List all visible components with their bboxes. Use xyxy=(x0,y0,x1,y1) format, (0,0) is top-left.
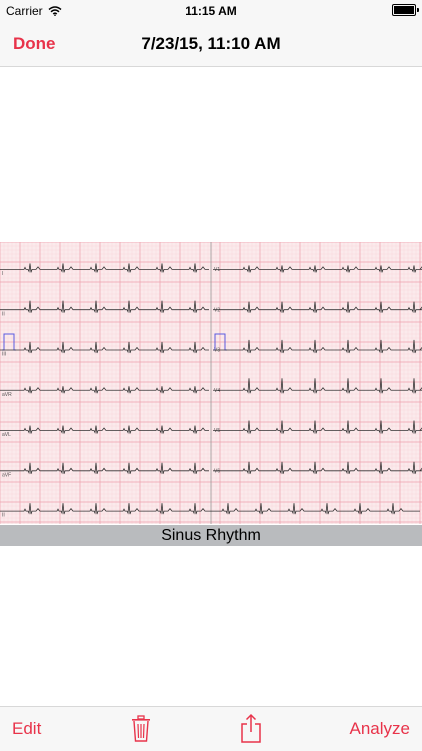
ecg-trace xyxy=(0,386,209,394)
trash-icon[interactable] xyxy=(130,715,152,743)
rhythm-label-bar: Sinus Rhythm xyxy=(0,525,422,546)
lead-label: aVR xyxy=(2,392,12,398)
status-bar: Carrier 11:15 AM xyxy=(0,0,422,22)
lead-label: V5 xyxy=(214,428,220,434)
bottom-toolbar: Edit Analyze xyxy=(0,706,422,751)
navigation-bar: Done 7/23/15, 11:10 AM xyxy=(0,22,422,67)
share-icon[interactable] xyxy=(240,713,262,743)
ecg-trace xyxy=(213,378,422,394)
lead-label: II xyxy=(2,513,5,519)
status-time: 11:15 AM xyxy=(185,4,237,18)
ecg-trace xyxy=(213,265,422,273)
battery-icon xyxy=(392,4,419,16)
lead-label: I xyxy=(2,271,3,277)
page-title: 7/23/15, 11:10 AM xyxy=(141,34,281,53)
ecg-trace xyxy=(213,420,422,434)
lead-label: V4 xyxy=(214,388,220,394)
edit-button[interactable]: Edit xyxy=(12,719,41,739)
ecg-trace xyxy=(0,300,209,314)
ecg-trace xyxy=(0,503,420,515)
ecg-trace xyxy=(0,263,209,273)
analyze-button[interactable]: Analyze xyxy=(350,719,410,739)
lead-label: aVL xyxy=(2,432,11,438)
ecg-trace xyxy=(0,425,209,434)
lead-label: V2 xyxy=(214,307,220,313)
lead-label: II xyxy=(2,311,5,317)
lead-label: III xyxy=(2,352,6,358)
lead-label: V1 xyxy=(214,267,220,273)
ecg-strip[interactable]: I V1 II V2 III V3 aVR V4 aVL V5 aVF V6 II xyxy=(0,242,422,524)
ecg-chart: IV1IIV2IIIV3aVRV4aVLV5aVFV6II xyxy=(0,242,422,524)
ecg-trace xyxy=(0,341,209,354)
ecg-trace xyxy=(0,462,209,475)
lead-label: aVF xyxy=(2,472,11,478)
rhythm-label: Sinus Rhythm xyxy=(161,526,261,544)
ecg-trace xyxy=(213,301,422,314)
lead-label: V6 xyxy=(214,468,220,474)
ecg-trace xyxy=(213,461,422,475)
